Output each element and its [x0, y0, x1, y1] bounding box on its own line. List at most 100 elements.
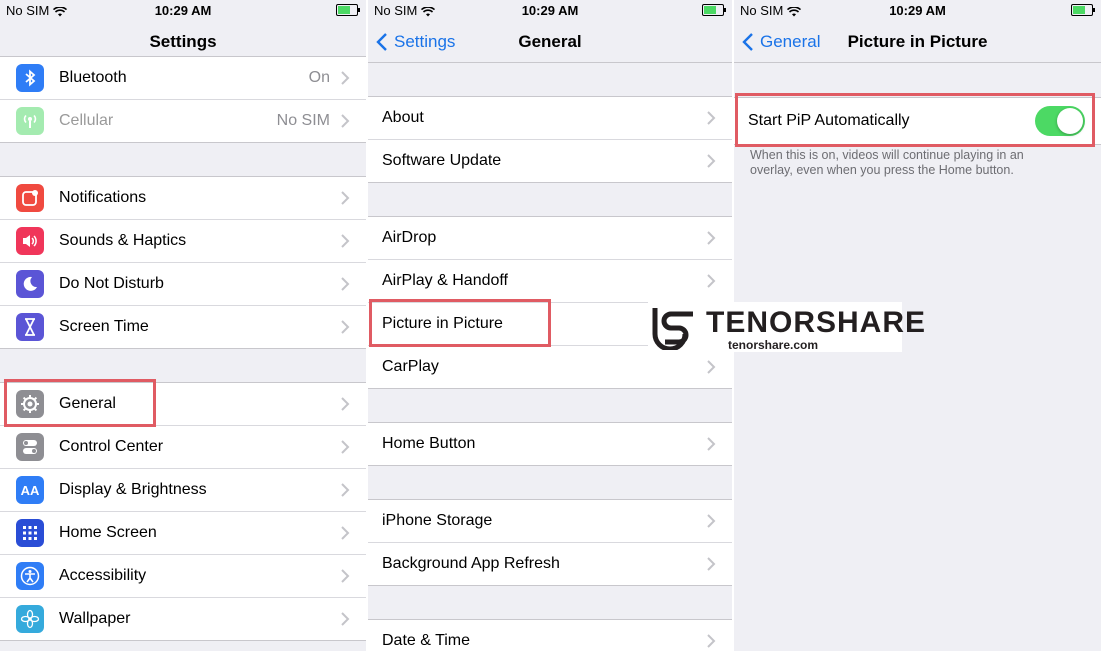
row-label: Do Not Disturb: [59, 275, 164, 292]
accessibility-icon: [16, 562, 44, 590]
bluetooth-icon: [16, 64, 44, 92]
chevron-right-icon: [341, 234, 350, 248]
settings-panel: No SIM 10:29 AM Settings Bluetooth On Ce…: [0, 0, 366, 651]
status-bar: No SIM 10:29 AM: [368, 0, 732, 22]
row-label: iPhone Storage: [382, 512, 493, 529]
row-label: AirDrop: [382, 229, 437, 246]
chevron-right-icon: [707, 514, 716, 528]
watermark-url: tenorshare.com: [728, 338, 819, 352]
settings-group-connectivity: Bluetooth On Cellular No SIM: [0, 56, 366, 143]
settings-row-bluetooth[interactable]: Bluetooth On: [0, 57, 366, 100]
general-group-storage: iPhone Storage Background App Refresh: [368, 499, 732, 586]
tenorshare-watermark: TENORSHARE tenorshare.com: [648, 302, 925, 352]
status-bar: No SIM 10:29 AM: [0, 0, 366, 22]
row-label: Accessibility: [59, 567, 147, 584]
general-row-carplay[interactable]: CarPlay: [368, 346, 732, 388]
row-label: Background App Refresh: [382, 555, 560, 572]
row-label: CarPlay: [382, 358, 439, 375]
status-time: 10:29 AM: [154, 3, 212, 18]
general-row-iphone-storage[interactable]: iPhone Storage: [368, 500, 732, 543]
pip-highlight-box: [369, 299, 551, 347]
settings-row-display[interactable]: AA Display & Brightness: [0, 469, 366, 512]
general-row-date-time[interactable]: Date & Time: [368, 620, 732, 651]
settings-row-screen-time[interactable]: Screen Time: [0, 306, 366, 348]
chevron-right-icon: [341, 277, 350, 291]
text-size-icon: AA: [16, 476, 44, 504]
chevron-right-icon: [707, 111, 716, 125]
settings-row-cellular[interactable]: Cellular No SIM: [0, 100, 366, 142]
chevron-right-icon: [707, 634, 716, 648]
row-label: Cellular: [59, 112, 114, 129]
settings-row-accessibility[interactable]: Accessibility: [0, 555, 366, 598]
row-label: Date & Time: [382, 632, 471, 649]
status-time: 10:29 AM: [889, 3, 946, 18]
row-label: Home Screen: [59, 524, 157, 541]
battery-icon: [702, 4, 726, 16]
general-row-about[interactable]: About: [368, 97, 732, 140]
cellular-icon: [16, 107, 44, 135]
chevron-right-icon: [341, 397, 350, 411]
general-row-airdrop[interactable]: AirDrop: [368, 217, 732, 260]
page-title: General: [518, 32, 582, 51]
settings-row-wallpaper[interactable]: Wallpaper: [0, 598, 366, 640]
general-row-background-refresh[interactable]: Background App Refresh: [368, 543, 732, 585]
chevron-right-icon: [707, 360, 716, 374]
nav-bar: Settings General: [368, 22, 732, 63]
nav-bar: General Picture in Picture: [734, 22, 1101, 63]
app-grid-icon: [16, 519, 44, 547]
tenorshare-logo-icon: [652, 308, 693, 350]
chevron-right-icon: [341, 440, 350, 454]
row-label: Sounds & Haptics: [59, 232, 187, 249]
row-label: Wallpaper: [59, 610, 131, 627]
chevron-right-icon: [707, 231, 716, 245]
row-label: Bluetooth: [59, 69, 127, 86]
battery-icon: [336, 4, 360, 16]
chevron-right-icon: [341, 191, 350, 205]
flower-icon: [16, 605, 44, 633]
row-label: Notifications: [59, 189, 147, 206]
page-title: Settings: [149, 32, 217, 51]
row-label: Display & Brightness: [59, 481, 207, 498]
general-row-airplay[interactable]: AirPlay & Handoff: [368, 260, 732, 303]
chevron-right-icon: [341, 71, 350, 85]
general-group-home-button: Home Button: [368, 422, 732, 466]
chevron-right-icon: [341, 483, 350, 497]
chevron-right-icon: [707, 154, 716, 168]
general-group-info: About Software Update: [368, 96, 732, 183]
settings-group-alerts: Notifications Sounds & Haptics Do Not Di…: [0, 176, 366, 349]
toggle-highlight-box: [735, 93, 1095, 147]
row-label: Software Update: [382, 152, 502, 169]
general-highlight-box: [4, 379, 156, 427]
chevron-right-icon: [341, 569, 350, 583]
general-row-home-button[interactable]: Home Button: [368, 423, 732, 465]
general-group-datetime: Date & Time: [368, 619, 732, 651]
chevron-right-icon: [707, 437, 716, 451]
chevron-right-icon: [707, 557, 716, 571]
settings-row-sounds[interactable]: Sounds & Haptics: [0, 220, 366, 263]
row-value: No SIM: [276, 112, 330, 129]
settings-row-do-not-disturb[interactable]: Do Not Disturb: [0, 263, 366, 306]
watermark-name: TENORSHARE: [706, 306, 927, 339]
general-row-software-update[interactable]: Software Update: [368, 140, 732, 182]
chevron-right-icon: [707, 274, 716, 288]
row-label: Home Button: [382, 435, 476, 452]
status-time: 10:29 AM: [521, 3, 579, 18]
row-label: AirPlay & Handoff: [382, 272, 508, 289]
row-label: About: [382, 109, 424, 126]
notifications-icon: [16, 184, 44, 212]
row-value: On: [308, 69, 330, 86]
battery-icon: [1071, 4, 1095, 16]
chevron-right-icon: [341, 114, 350, 128]
status-bar: No SIM 10:29 AM: [734, 0, 1101, 22]
settings-row-notifications[interactable]: Notifications: [0, 177, 366, 220]
speaker-icon: [16, 227, 44, 255]
chevron-right-icon: [341, 320, 350, 334]
chevron-right-icon: [341, 526, 350, 540]
chevron-right-icon: [341, 612, 350, 626]
row-label: Screen Time: [59, 318, 149, 335]
hourglass-icon: [16, 313, 44, 341]
moon-icon: [16, 270, 44, 298]
settings-row-control-center[interactable]: Control Center: [0, 426, 366, 469]
settings-row-home-screen[interactable]: Home Screen: [0, 512, 366, 555]
page-title: Picture in Picture: [847, 32, 988, 51]
